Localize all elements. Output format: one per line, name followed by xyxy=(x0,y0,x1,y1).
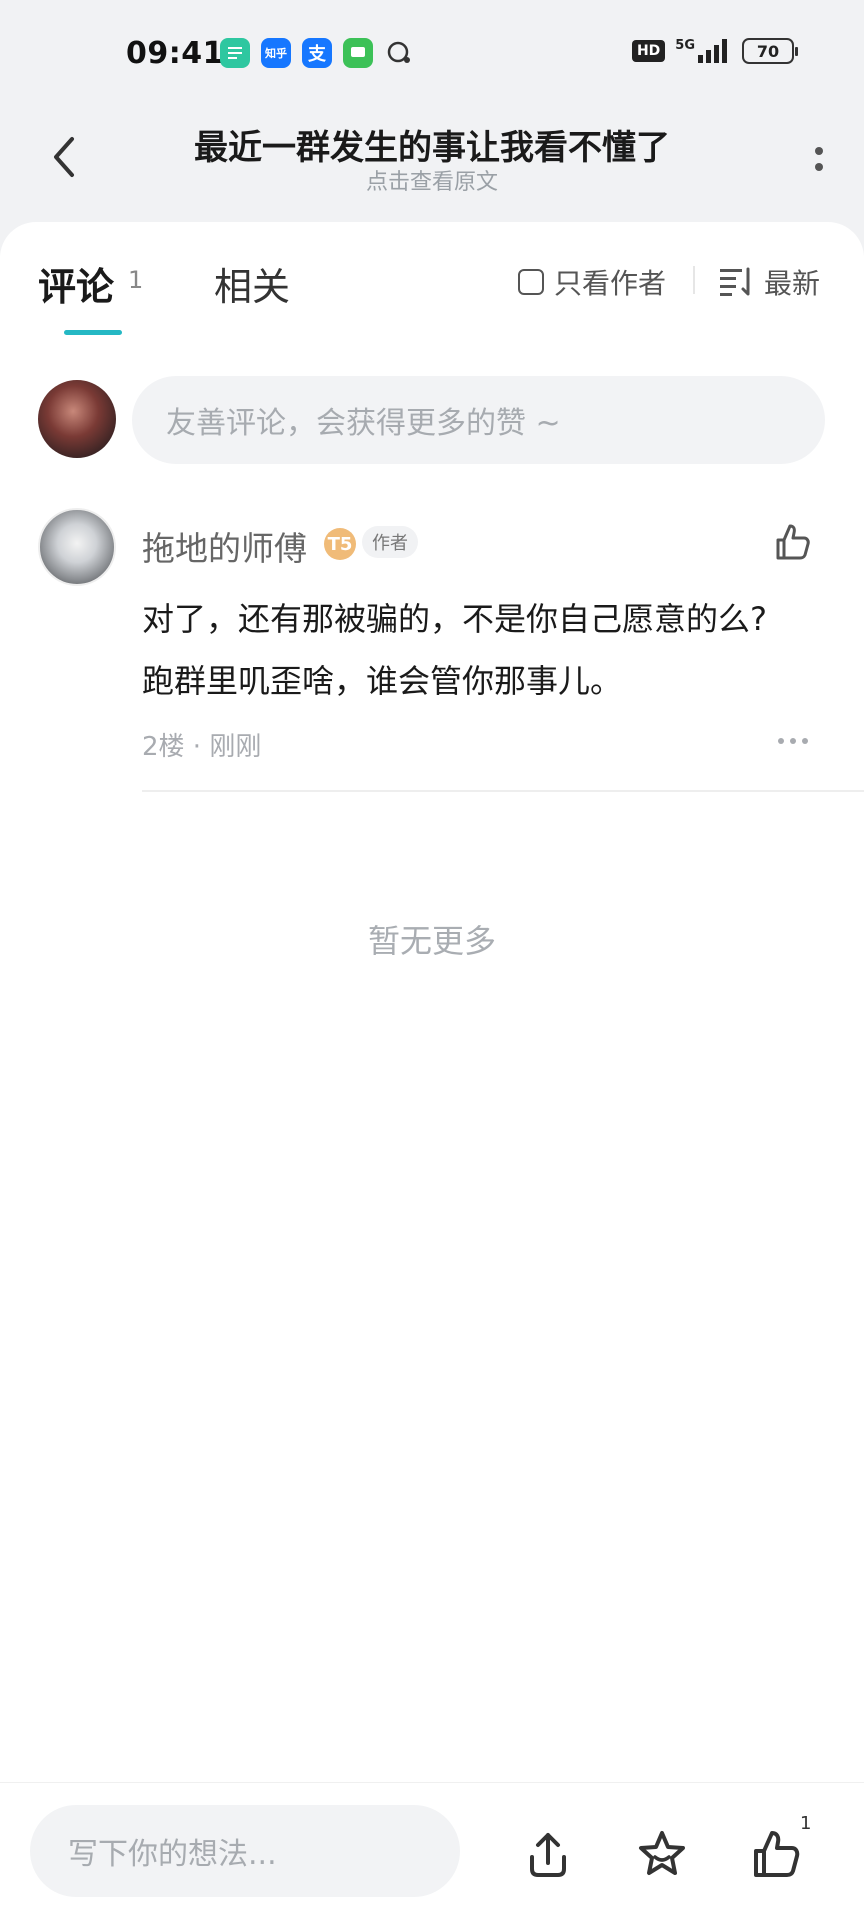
chat-app-icon xyxy=(384,38,414,68)
comment-divider xyxy=(142,790,864,792)
author-only-label: 只看作者 xyxy=(554,267,667,300)
favorite-star-icon[interactable] xyxy=(634,1827,690,1883)
write-comment-input[interactable]: 写下你的想法... xyxy=(30,1805,460,1897)
status-time: 09:41 xyxy=(126,36,224,71)
hd-icon: HD xyxy=(631,40,666,62)
comment-text-line-1: 对了，还有那被骗的，不是你自己愿意的么? xyxy=(142,600,767,638)
author-tag: 作者 xyxy=(362,526,418,558)
tab-divider xyxy=(693,266,695,294)
tab-related[interactable]: 相关 xyxy=(214,256,290,311)
status-right: HD 5G 70 xyxy=(631,38,798,64)
no-more-text: 暂无更多 xyxy=(367,922,496,960)
battery-level: 70 xyxy=(756,41,780,61)
tab-bar: 评论 1 相关 只看作者 最新 xyxy=(0,222,864,342)
comment-text: 对了，还有那被骗的，不是你自己愿意的么? 跑群里叽歪啥，谁会管你那事儿。 xyxy=(142,588,832,712)
thumb-up-icon[interactable] xyxy=(748,1827,804,1883)
doc-app-icon xyxy=(220,38,250,68)
comments-card: 评论 1 相关 只看作者 最新 友善评论，会获得更多的赞 ~ 拖地的师傅 T5 … xyxy=(0,222,864,1782)
page-title: 最近一群发生的事让我看不懂了 xyxy=(194,128,670,168)
sort-icon xyxy=(720,267,750,296)
sort-toggle[interactable]: 最新 xyxy=(720,262,820,302)
comment-input-row: 友善评论，会获得更多的赞 ~ xyxy=(0,376,864,466)
like-icon[interactable] xyxy=(770,520,814,564)
comment-item: 拖地的师傅 T5 作者 对了，还有那被骗的，不是你自己愿意的么? 跑群里叽歪啥，… xyxy=(0,508,864,798)
battery-icon: 70 xyxy=(742,38,798,64)
comment-text-line-2: 跑群里叽歪啥，谁会管你那事儿。 xyxy=(142,662,623,700)
share-icon[interactable] xyxy=(520,1827,576,1883)
checkbox-icon[interactable] xyxy=(518,269,544,295)
zhihu-app-icon: 知乎 xyxy=(261,38,291,68)
notification-icons: 知乎 支 xyxy=(220,38,414,68)
tab-comments[interactable]: 评论 xyxy=(38,256,114,311)
active-tab-indicator xyxy=(64,330,122,335)
comments-count: 1 xyxy=(128,266,144,294)
comment-meta: 2楼 · 刚刚 xyxy=(142,732,262,762)
like-count: 1 xyxy=(800,1813,812,1834)
bottom-bar: 写下你的想法... 1 xyxy=(0,1782,864,1920)
status-bar: 09:41 知乎 支 HD 5G 70 xyxy=(0,0,864,110)
screen: 09:41 知乎 支 HD 5G 70 最近一群发生的事让我看不懂了 点击查看原… xyxy=(0,0,864,1920)
view-original-link[interactable]: 点击查看原文 xyxy=(0,164,864,196)
alipay-app-icon: 支 xyxy=(302,38,332,68)
more-horizontal-icon[interactable] xyxy=(778,738,808,744)
avatar[interactable] xyxy=(38,508,116,586)
messages-app-icon xyxy=(343,38,373,68)
signal-icon: 5G xyxy=(675,39,732,63)
comment-input[interactable]: 友善评论，会获得更多的赞 ~ xyxy=(132,376,825,464)
network-label: 5G xyxy=(675,38,695,53)
comment-author[interactable]: 拖地的师傅 xyxy=(142,522,307,570)
sort-label: 最新 xyxy=(764,267,821,300)
my-avatar[interactable] xyxy=(38,380,116,458)
level-badge: T5 xyxy=(324,528,356,560)
author-only-toggle[interactable]: 只看作者 xyxy=(518,262,666,302)
more-vertical-icon[interactable] xyxy=(804,134,834,184)
title-bar: 最近一群发生的事让我看不懂了 点击查看原文 xyxy=(0,110,864,210)
